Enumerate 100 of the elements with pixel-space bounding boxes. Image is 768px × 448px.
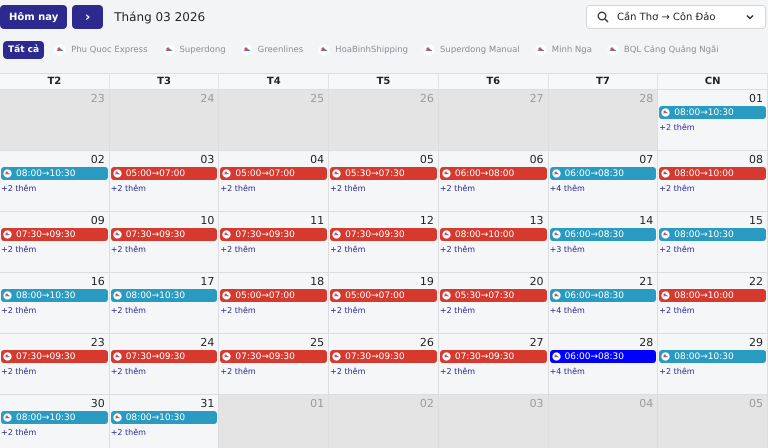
filter-tab[interactable]: BQL Cảng Quảng Ngãi: [602, 41, 724, 59]
trip-event[interactable]: 05:30→07:30: [330, 167, 437, 180]
more-link[interactable]: +2 thêm: [659, 245, 695, 254]
more-link[interactable]: +2 thêm: [330, 245, 366, 254]
day-number: 03: [200, 153, 214, 166]
more-link[interactable]: +2 thêm: [1, 367, 36, 376]
logo-icon: [318, 44, 330, 56]
logo-icon: [661, 230, 670, 239]
more-link[interactable]: +2 thêm: [1, 245, 36, 254]
filter-tab[interactable]: Superdong Manual: [418, 41, 525, 59]
more-link[interactable]: +2 thêm: [440, 367, 476, 376]
trip-event[interactable]: 07:30→09:30: [330, 228, 437, 241]
weekday-header: T5: [329, 74, 439, 89]
search-icon: [597, 11, 609, 23]
trip-event[interactable]: 08:00→10:30: [1, 167, 108, 180]
trip-event[interactable]: 07:30→09:30: [440, 350, 547, 363]
logo-icon: [222, 352, 232, 361]
more-link[interactable]: +2 thêm: [220, 245, 256, 254]
more-link[interactable]: +2 thêm: [1, 184, 36, 193]
more-link[interactable]: +4 thêm: [550, 184, 585, 193]
more-link[interactable]: +2 thêm: [440, 306, 476, 315]
trip-event[interactable]: 08:00→10:30: [110, 289, 218, 302]
more-link[interactable]: +4 thêm: [550, 306, 585, 315]
logo-icon: [3, 169, 12, 178]
filter-tab[interactable]: HoaBinhShipping: [313, 41, 414, 59]
more-link[interactable]: +2 thêm: [110, 428, 146, 437]
more-link[interactable]: +2 thêm: [1, 306, 36, 315]
more-link[interactable]: +2 thêm: [440, 245, 476, 254]
more-link[interactable]: +2 thêm: [110, 184, 146, 193]
trip-event[interactable]: 08:00→10:30: [1, 289, 108, 302]
route-select[interactable]: Cần Thơ → Côn Đảo: [586, 5, 766, 29]
more-link[interactable]: +2 thêm: [220, 367, 256, 376]
trip-event[interactable]: 08:00→10:00: [659, 167, 766, 180]
trip-event[interactable]: 05:00→07:00: [220, 289, 328, 302]
trip-event[interactable]: 06:00→08:30: [550, 289, 656, 302]
day-number: 01: [749, 92, 763, 105]
trip-event[interactable]: 06:00→08:30: [550, 350, 656, 363]
trip-event[interactable]: 07:30→09:30: [1, 228, 108, 241]
more-link[interactable]: +2 thêm: [110, 306, 146, 315]
logo-icon: [442, 291, 451, 300]
day-number: 10: [200, 214, 214, 227]
trip-event[interactable]: 08:00→10:30: [659, 350, 766, 363]
day-number: 06: [530, 153, 544, 166]
filter-tab[interactable]: Minh Nga: [530, 41, 597, 59]
filter-tab[interactable]: Greenlines: [236, 41, 308, 59]
logo-icon: [442, 230, 451, 239]
trip-event[interactable]: 07:30→09:30: [220, 350, 328, 363]
logo-icon: [222, 169, 232, 178]
more-link[interactable]: +2 thêm: [330, 184, 366, 193]
more-link[interactable]: +2 thêm: [330, 367, 366, 376]
more-link[interactable]: +2 thêm: [220, 184, 256, 193]
more-link[interactable]: +2 thêm: [110, 367, 146, 376]
logo-icon: [3, 352, 12, 361]
more-link[interactable]: +2 thêm: [440, 184, 476, 193]
day-number: 28: [639, 336, 654, 349]
trip-event[interactable]: 08:00→10:30: [659, 228, 766, 241]
day-number: 17: [200, 275, 214, 288]
more-link[interactable]: +2 thêm: [330, 306, 366, 315]
more-link[interactable]: +2 thêm: [659, 306, 695, 315]
trip-event[interactable]: 05:00→07:00: [110, 167, 218, 180]
more-link[interactable]: +2 thêm: [1, 428, 36, 437]
more-link[interactable]: +2 thêm: [659, 367, 695, 376]
trip-event[interactable]: 07:30→09:30: [110, 228, 218, 241]
day-number: 15: [749, 214, 763, 227]
trip-event[interactable]: 08:00→10:00: [440, 228, 547, 241]
trip-event[interactable]: 05:00→07:00: [330, 289, 437, 302]
day-number: 09: [90, 214, 105, 227]
trip-event[interactable]: 05:30→07:30: [440, 289, 547, 302]
more-link[interactable]: +2 thêm: [220, 306, 256, 315]
more-link[interactable]: +2 thêm: [659, 123, 695, 132]
today-button[interactable]: Hôm nay: [0, 5, 68, 29]
more-link[interactable]: +2 thêm: [659, 184, 695, 193]
trip-event[interactable]: 05:00→07:00: [220, 167, 328, 180]
filter-tab[interactable]: Phu Quoc Express: [49, 41, 153, 59]
logo-icon: [332, 352, 342, 361]
trip-event[interactable]: 07:30→09:30: [220, 228, 328, 241]
filter-tab[interactable]: Superdong: [158, 41, 231, 59]
day-number: 30: [90, 397, 105, 410]
trip-event[interactable]: 06:00→08:00: [440, 167, 547, 180]
day-number: 11: [310, 214, 324, 227]
trip-event[interactable]: 08:00→10:30: [110, 411, 218, 424]
day-number: 27: [530, 92, 544, 105]
day-number: 22: [749, 275, 763, 288]
next-button[interactable]: ›: [72, 5, 104, 29]
weekday-header: T4: [219, 74, 330, 89]
day-number: 26: [420, 92, 434, 105]
filter-tab[interactable]: Tất cả: [3, 41, 44, 59]
trip-event[interactable]: 07:30→09:30: [110, 350, 218, 363]
logo-icon: [3, 230, 12, 239]
trip-event[interactable]: 07:30→09:30: [1, 350, 108, 363]
trip-event[interactable]: 08:00→10:00: [659, 289, 766, 302]
more-link[interactable]: +4 thêm: [550, 367, 585, 376]
more-link[interactable]: +2 thêm: [110, 245, 146, 254]
trip-event[interactable]: 06:00→08:30: [550, 228, 656, 241]
trip-event[interactable]: 07:30→09:30: [330, 350, 437, 363]
more-link[interactable]: +3 thêm: [550, 245, 585, 254]
logo-icon: [442, 352, 451, 361]
trip-event[interactable]: 08:00→10:30: [1, 411, 108, 424]
trip-event[interactable]: 08:00→10:30: [659, 106, 766, 119]
trip-event[interactable]: 06:00→08:30: [550, 167, 656, 180]
